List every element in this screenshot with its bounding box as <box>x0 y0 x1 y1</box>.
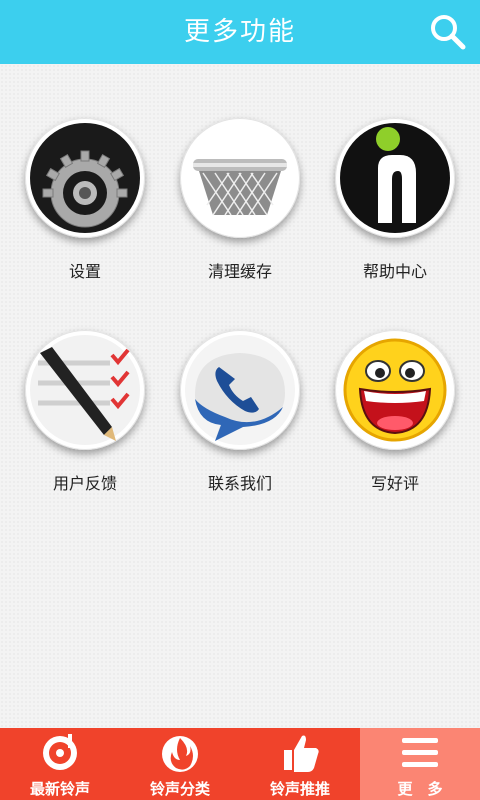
feature-grid: 设置 清理缓存 帮助中心 用户反馈 联系我们 写好评 <box>0 64 480 728</box>
phone-chat-icon <box>185 335 295 445</box>
grid-item-rate[interactable]: 写好评 <box>315 330 475 500</box>
page-title: 更多功能 <box>183 17 296 47</box>
grid-item-settings[interactable]: 设置 <box>5 118 165 288</box>
tab-label: 铃声分类 <box>149 780 210 798</box>
grid-label-help-center: 帮助中心 <box>362 262 427 281</box>
grid-item-clear-cache[interactable]: 清理缓存 <box>160 118 320 288</box>
grid-label-feedback: 用户反馈 <box>52 474 117 493</box>
grid-label-contact-us: 联系我们 <box>207 474 272 493</box>
rate-tile <box>335 330 455 450</box>
grid-label-clear-cache: 清理缓存 <box>207 262 272 281</box>
bottom-tab-bar: 最新铃声 铃声分类 铃声推推 更 多 <box>0 728 480 800</box>
tab-label: 最新铃声 <box>29 780 90 798</box>
contact-us-tile <box>180 330 300 450</box>
info-icon <box>340 123 450 233</box>
checklist-pencil-icon <box>30 335 140 445</box>
search-icon <box>431 15 466 50</box>
gear-icon <box>30 123 140 233</box>
grid-label-settings: 设置 <box>68 262 101 281</box>
tab-latest-ringtones[interactable]: 最新铃声 <box>0 728 120 800</box>
feedback-tile <box>25 330 145 450</box>
clear-cache-tile <box>180 118 300 238</box>
help-center-tile <box>335 118 455 238</box>
search-button[interactable] <box>428 12 468 52</box>
flame-icon <box>162 736 198 772</box>
record-icon <box>43 734 77 770</box>
tab-ringtone-picks[interactable]: 铃声推推 <box>240 728 360 800</box>
tab-label: 铃声推推 <box>269 780 330 798</box>
thumbs-up-icon <box>284 735 319 772</box>
grid-item-contact-us[interactable]: 联系我们 <box>160 330 320 500</box>
grid-item-help-center[interactable]: 帮助中心 <box>315 118 475 288</box>
menu-icon <box>402 738 438 767</box>
smiley-icon <box>340 335 450 445</box>
grid-item-feedback[interactable]: 用户反馈 <box>5 330 165 500</box>
tab-label: 更 多 <box>397 780 443 798</box>
tab-more[interactable]: 更 多 <box>360 728 480 800</box>
header-bar: 更多功能 <box>0 0 480 64</box>
tab-ringtone-categories[interactable]: 铃声分类 <box>120 728 240 800</box>
settings-tile <box>25 118 145 238</box>
grid-label-rate: 写好评 <box>370 474 419 493</box>
strainer-icon <box>185 123 295 233</box>
